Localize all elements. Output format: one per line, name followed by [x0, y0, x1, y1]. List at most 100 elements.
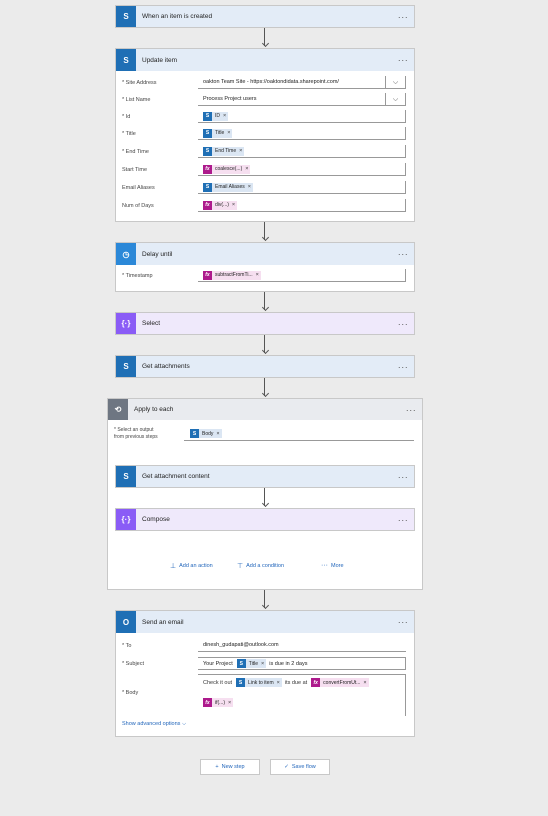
update-item-more-menu[interactable]: ···: [392, 55, 414, 65]
select-header[interactable]: {·} Select ···: [116, 313, 414, 334]
add-action-button[interactable]: ⊥ Add an action: [170, 562, 213, 570]
remove-token-icon[interactable]: ×: [248, 184, 253, 190]
trigger-card[interactable]: S When an item is created ···: [115, 5, 415, 28]
subject-field[interactable]: Your Project S Title × is due in 2 days: [198, 657, 406, 670]
subject-title-token[interactable]: S Title ×: [236, 659, 267, 668]
sharepoint-icon: S: [116, 356, 136, 377]
remove-token-icon[interactable]: ×: [239, 148, 244, 154]
link-to-item-token[interactable]: S Link to item ×: [236, 678, 282, 687]
loop-icon: ⟲: [108, 399, 128, 420]
list-name-label: * List Name: [122, 96, 151, 103]
remove-token-icon[interactable]: ×: [223, 113, 228, 119]
new-step-button[interactable]: + New step: [200, 759, 260, 775]
start-time-token[interactable]: fx coalesce(...) ×: [203, 164, 251, 174]
get-attachments-card[interactable]: S Get attachments ···: [115, 355, 415, 378]
body-token[interactable]: S Body ×: [190, 429, 222, 438]
trigger-more-menu[interactable]: ···: [392, 12, 414, 22]
timestamp-field[interactable]: fx subtractFromTi... ×: [198, 269, 406, 282]
connector-arrow: [260, 335, 270, 355]
email-aliases-label: Email Aliases: [122, 184, 155, 191]
chevron-down-icon[interactable]: ⌵: [385, 76, 405, 89]
function-icon: fx: [203, 164, 212, 174]
more-options-button[interactable]: ··· More: [321, 562, 344, 569]
apply-to-each-more-menu[interactable]: ···: [400, 405, 422, 415]
start-time-field[interactable]: fx coalesce(...) ×: [198, 163, 406, 176]
body-label: * Body: [122, 690, 139, 696]
num-days-token[interactable]: fx div(...) ×: [203, 200, 238, 210]
add-condition-button[interactable]: ⊤ Add a condition: [237, 562, 284, 570]
sharepoint-icon: S: [236, 678, 246, 687]
sharepoint-icon: S: [203, 128, 212, 138]
get-attachment-content-more-menu[interactable]: ···: [392, 472, 414, 482]
list-name-field[interactable]: Process Project users ⌵: [198, 93, 406, 106]
remove-token-icon[interactable]: ×: [228, 700, 233, 706]
show-advanced-options-link[interactable]: Show advanced options ⌵: [122, 721, 186, 728]
apply-to-each-header[interactable]: ⟲ Apply to each ···: [108, 399, 422, 420]
remove-token-icon[interactable]: ×: [277, 680, 282, 686]
apply-to-each-title: Apply to each: [134, 406, 174, 413]
sharepoint-icon: S: [203, 111, 212, 121]
id-token[interactable]: S ID ×: [203, 111, 229, 121]
trigger-header[interactable]: S When an item is created ···: [116, 6, 414, 27]
remove-token-icon[interactable]: ×: [256, 272, 261, 278]
delay-until-card[interactable]: ◷ Delay until ··· * Timestamp fx subtract…: [115, 242, 415, 292]
select-card[interactable]: {·} Select ···: [115, 312, 415, 335]
apply-to-each-card[interactable]: ⟲ Apply to each ··· * Select an output f…: [107, 398, 423, 590]
to-field[interactable]: dinesh_gudapati@outlook.com: [198, 639, 406, 652]
chevron-down-icon[interactable]: ⌵: [385, 93, 405, 106]
update-item-header[interactable]: S Update item ···: [116, 49, 414, 71]
subject-suffix-text: is due in 2 days: [269, 660, 308, 667]
title-token[interactable]: S Title ×: [203, 128, 233, 138]
select-output-field[interactable]: S Body ×: [184, 427, 414, 441]
remove-token-icon[interactable]: ×: [227, 130, 232, 136]
end-time-token[interactable]: S End Time ×: [203, 146, 245, 156]
send-email-card[interactable]: O Send an email ··· * To dinesh_gudapati…: [115, 610, 415, 737]
plus-icon: +: [215, 764, 219, 770]
remove-token-icon[interactable]: ×: [232, 202, 237, 208]
list-name-value: Process Project users: [203, 96, 257, 102]
email-aliases-field[interactable]: S Email Aliases ×: [198, 181, 406, 194]
send-email-more-menu[interactable]: ···: [392, 617, 414, 627]
remove-token-icon[interactable]: ×: [261, 661, 266, 667]
select-more-menu[interactable]: ···: [392, 319, 414, 329]
select-title: Select: [142, 320, 161, 327]
checkmark-icon: ✓: [284, 764, 289, 770]
compose-more-menu[interactable]: ···: [392, 515, 414, 525]
get-attachments-more-menu[interactable]: ···: [392, 362, 414, 372]
save-flow-button[interactable]: ✓ Save flow: [270, 759, 330, 775]
update-item-card[interactable]: S Update item ··· * Site Address oakton …: [115, 48, 415, 222]
get-attachments-header[interactable]: S Get attachments ···: [116, 356, 414, 377]
body-field[interactable]: Check it out S Link to item × its due at f…: [198, 674, 406, 716]
site-address-field[interactable]: oakton Team Site - https://oaktondidata.…: [198, 76, 406, 89]
title-field[interactable]: S Title ×: [198, 127, 406, 140]
subject-label: * Subject: [122, 660, 145, 667]
end-time-field[interactable]: S End Time ×: [198, 145, 406, 158]
get-attachment-content-card[interactable]: S Get attachment content ···: [115, 465, 415, 488]
email-aliases-token[interactable]: S Email Aliases ×: [203, 182, 253, 192]
remove-token-icon[interactable]: ×: [363, 680, 368, 686]
delay-until-more-menu[interactable]: ···: [392, 249, 414, 259]
id-field[interactable]: S ID ×: [198, 110, 406, 123]
connector-arrow: [260, 378, 270, 398]
timestamp-token[interactable]: fx subtractFromTi... ×: [203, 270, 261, 280]
body-line-1: Check it out S Link to item × its due at f…: [198, 675, 405, 690]
get-attachment-content-header[interactable]: S Get attachment content ···: [116, 466, 414, 487]
title-label: * Title: [122, 130, 136, 137]
remove-token-icon[interactable]: ×: [245, 166, 250, 172]
num-days-field[interactable]: fx div(...) ×: [198, 199, 406, 212]
convert-token[interactable]: fx convertFromUt... ×: [311, 678, 369, 687]
send-email-header[interactable]: O Send an email ···: [116, 611, 414, 633]
sharepoint-icon: S: [190, 429, 199, 438]
remove-token-icon[interactable]: ×: [216, 431, 221, 437]
sharepoint-icon: S: [116, 466, 136, 487]
delay-until-header[interactable]: ◷ Delay until ···: [116, 243, 414, 265]
body-line-2: fx if(...) ×: [198, 690, 405, 715]
compose-card[interactable]: {·} Compose ···: [115, 508, 415, 531]
compose-header[interactable]: {·} Compose ···: [116, 509, 414, 530]
update-item-title: Update item: [142, 56, 178, 64]
chevron-down-icon: ⌵: [181, 721, 187, 727]
if-token[interactable]: fx if(...) ×: [203, 698, 234, 707]
function-icon: fx: [203, 270, 212, 280]
data-operation-icon: {·}: [116, 313, 136, 334]
id-label: * Id: [122, 113, 131, 120]
